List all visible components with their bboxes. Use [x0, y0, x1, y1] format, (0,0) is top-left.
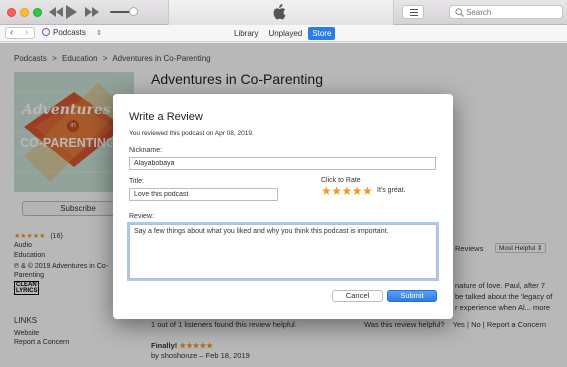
submit-button[interactable]: Submit	[387, 290, 437, 302]
media-picker-label: Podcasts	[53, 28, 86, 37]
volume-slider-knob[interactable]	[129, 7, 138, 16]
back-arrow-icon[interactable]: ‹	[10, 27, 13, 38]
media-picker[interactable]: Podcasts ⇕	[42, 28, 102, 37]
review-textarea[interactable]: Say a few things about what you liked an…	[129, 224, 437, 279]
chevron-updown-icon: ⇕	[96, 30, 103, 37]
rating-description: It's great.	[377, 187, 406, 194]
search-icon	[455, 8, 464, 17]
close-window-button[interactable]	[7, 8, 16, 17]
reviewed-date-text: You reviewed this podcast on Apr 08, 201…	[129, 130, 254, 137]
search-box[interactable]	[449, 5, 563, 19]
minimize-window-button[interactable]	[20, 8, 29, 17]
title-label: Title:	[129, 178, 144, 185]
tab-store[interactable]: Store	[308, 27, 336, 40]
title-field[interactable]	[129, 188, 278, 201]
back-forward-buttons: ‹ ›	[5, 27, 35, 39]
write-review-dialog: Write a Review You reviewed this podcast…	[113, 94, 453, 319]
zoom-window-button[interactable]	[33, 8, 42, 17]
status-display	[168, 0, 394, 25]
rewind-icon[interactable]	[49, 7, 63, 17]
podcast-icon	[42, 28, 50, 36]
nickname-label: Nickname:	[129, 147, 163, 154]
search-input[interactable]	[466, 7, 558, 18]
play-icon[interactable]	[66, 5, 77, 19]
tab-library[interactable]: Library	[230, 27, 262, 40]
forward-arrow-icon[interactable]: ›	[25, 27, 28, 38]
up-next-list-button[interactable]	[402, 5, 424, 19]
fast-forward-icon[interactable]	[85, 7, 99, 17]
rating-stars-input[interactable]: ★★★★★	[321, 184, 373, 198]
cancel-button[interactable]: Cancel	[332, 290, 383, 302]
dialog-title: Write a Review	[129, 111, 203, 123]
tab-unplayed[interactable]: Unplayed	[264, 27, 306, 40]
navigation-bar: ‹ › Podcasts ⇕ Library Unplayed Store	[0, 25, 567, 42]
nickname-field[interactable]	[129, 157, 436, 170]
apple-logo-icon	[273, 4, 286, 20]
view-tabs: Library Unplayed Store	[230, 27, 336, 40]
click-to-rate-label: Click to Rate	[321, 177, 361, 184]
review-label: Review:	[129, 213, 154, 220]
title-bar	[0, 0, 567, 25]
